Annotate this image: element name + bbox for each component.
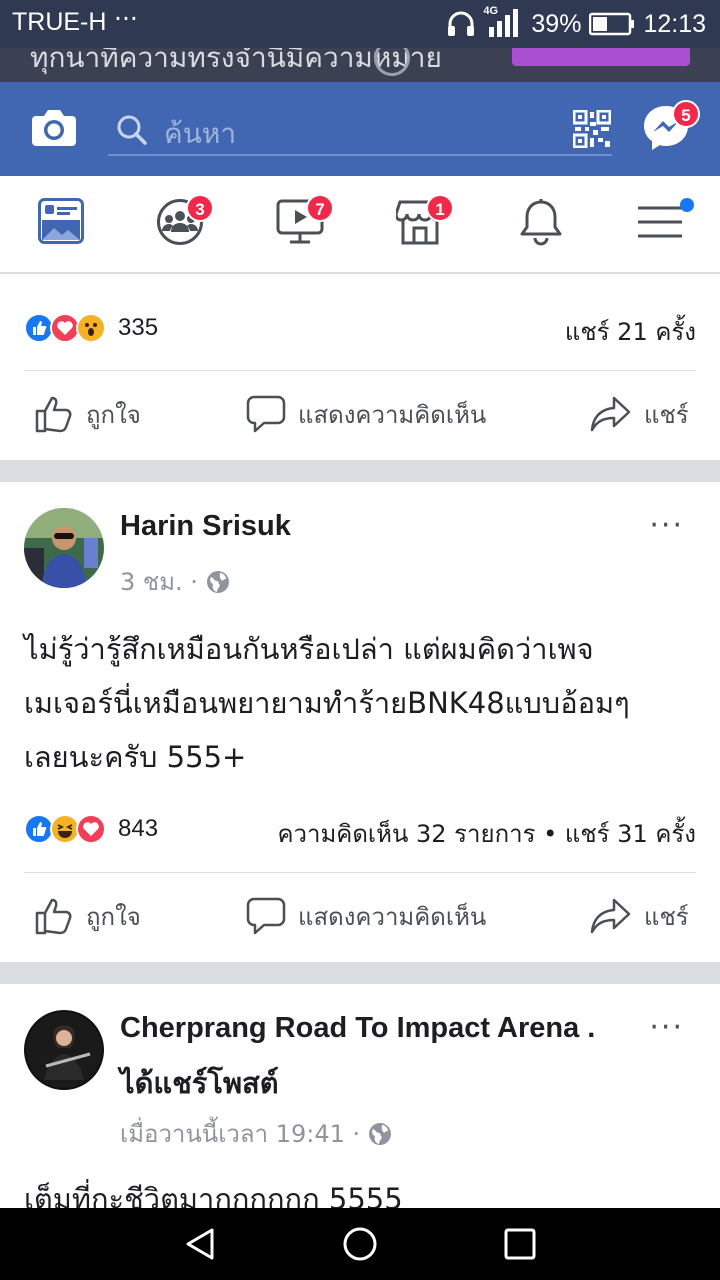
share-label: แชร์ [644,400,689,429]
comment-icon [246,395,286,433]
post-time-text: 3 ชม. · [120,568,198,596]
banner-button[interactable] [512,48,690,66]
reaction-count: 843 [118,815,159,842]
thumbs-up-icon [35,396,72,433]
share-button[interactable]: แชร์ [590,886,689,946]
share-label: แชร์ [644,902,689,931]
wow-reaction-icon [76,313,106,343]
clock: 12:13 [643,9,706,38]
post-text-line: เมเจอร์นี่เหมือนพยายามทำร้ายBNK48แบบอ้อม… [24,686,630,720]
share-button[interactable]: แชร์ [590,384,689,444]
feed-icon [38,198,84,244]
like-label: ถูกใจ [86,400,141,429]
more-options-icon[interactable]: ··· [649,508,684,543]
post-timestamp[interactable]: 3 ชม. · [120,562,230,601]
tab-notifications[interactable] [518,198,578,252]
messenger-badge: 5 [672,100,700,128]
tab-menu[interactable] [636,198,696,252]
comment-icon [246,897,286,935]
share-icon [590,898,631,934]
battery-percent: 39% [531,9,582,38]
battery-icon [589,12,635,36]
status-bar: TRUE-H ··· 4G 39% 12:13 [0,0,720,48]
reaction-count: 335 [118,314,159,341]
post-separator [0,962,720,984]
comment-button[interactable]: แสดงความคิดเห็น [246,886,486,946]
tab-groups[interactable]: 3 [156,194,216,252]
globe-icon [369,1122,392,1145]
story-banner[interactable]: ทุกนาที่ความทรงจำนี้มีความหมาย [0,48,720,82]
post-text-line: ไม่รู้ว่ารู้สึกเหมือนกันหรือเปล่า แต่ผมค… [24,632,594,666]
search-placeholder: ค้นหา [164,117,237,150]
love-reaction-icon [76,814,106,844]
status-overflow: ··· [114,4,138,33]
share-icon [590,396,631,432]
system-nav-bar [0,1208,720,1280]
qr-code-icon[interactable] [572,109,612,152]
hamburger-icon [638,206,682,238]
comment-button[interactable]: แสดงความคิดเห็น [246,384,486,444]
tab-watch[interactable]: 7 [276,194,336,252]
post-shared-label: ได้แชร์โพสต์ [120,1068,279,1100]
back-icon[interactable] [182,1226,218,1266]
bell-icon [520,199,562,246]
tab-news-feed[interactable] [38,198,98,252]
headphones-icon [447,11,475,37]
comment-share-count[interactable]: ความคิดเห็น 32 รายการ • แชร์ 31 ครั้ง [277,814,696,853]
watch-badge: 7 [306,194,334,222]
avatar[interactable] [24,508,104,588]
post-text: ไม่รู้ว่ารู้สึกเหมือนกันหรือเปล่า แต่ผมค… [24,622,696,784]
search-icon [116,114,148,150]
tab-marketplace[interactable]: 1 [394,194,456,252]
home-icon[interactable] [342,1226,378,1266]
post-time-text: เมื่อวานนี้เวลา 19:41 · [120,1120,361,1148]
post-author[interactable]: Cherprang Road To Impact Arena . [120,1012,595,1045]
screen: { "status_bar": { "carrier": "TRUE-H", "… [0,0,720,1280]
post-actions: ถูกใจ แสดงความคิดเห็น แชร์ [0,384,720,444]
camera-icon[interactable] [30,108,78,152]
top-bar: ค้นหา 5 [0,82,720,176]
signal-icon: 4G [483,5,523,39]
reaction-summary[interactable]: 843 [24,809,158,849]
divider [24,872,696,873]
reaction-summary[interactable]: 335 [24,308,158,348]
thumbs-up-icon [35,898,72,935]
messenger-button[interactable]: 5 [642,100,700,156]
recents-icon[interactable] [502,1226,538,1266]
like-label: ถูกใจ [86,902,141,931]
like-button[interactable]: ถูกใจ [34,384,141,444]
like-button[interactable]: ถูกใจ [34,886,141,946]
post-separator [0,460,720,482]
groups-badge: 3 [186,194,214,222]
avatar[interactable] [24,1010,104,1090]
carrier-label: TRUE-H [12,8,107,36]
tab-bar: 3 7 1 [0,176,720,274]
marketplace-badge: 1 [426,194,454,222]
post-actions: ถูกใจ แสดงความคิดเห็น แชร์ [0,886,720,946]
menu-dot [680,198,694,212]
divider [24,370,696,371]
share-count[interactable]: แชร์ 21 ครั้ง [565,312,696,351]
post-text-line: เลยนะครับ 555+ [24,740,247,774]
post-author[interactable]: Harin Srisuk [120,510,291,543]
comment-label: แสดงความคิดเห็น [298,902,487,931]
comment-label: แสดงความคิดเห็น [298,400,487,429]
post-timestamp[interactable]: เมื่อวานนี้เวลา 19:41 · [120,1114,392,1153]
search-input[interactable]: ค้นหา [108,104,612,156]
globe-icon [206,570,229,593]
more-options-icon[interactable]: ··· [649,1010,684,1045]
